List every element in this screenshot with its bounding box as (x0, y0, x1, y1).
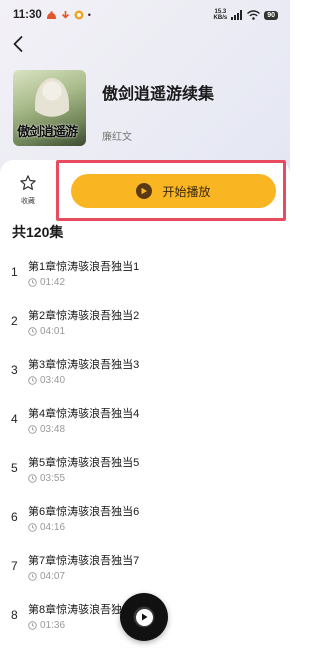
book-cover: 傲剑逍遥游 (13, 70, 86, 146)
clock-icon (28, 425, 37, 434)
episode-item[interactable]: 4 第4章惊涛骇浪吾独当4 03:48 (0, 397, 290, 446)
episode-number: 5 (11, 461, 18, 475)
episode-item[interactable]: 2 第2章惊涛骇浪吾独当2 04:01 (0, 299, 290, 348)
clock-icon (28, 621, 37, 630)
chevron-left-icon (13, 36, 23, 52)
episode-duration: 03:48 (28, 424, 65, 435)
episode-duration: 03:40 (28, 375, 65, 386)
episode-item[interactable]: 3 第3章惊涛骇浪吾独当3 03:40 (0, 348, 290, 397)
episode-number: 1 (11, 265, 18, 279)
episode-number: 4 (11, 412, 18, 426)
episode-duration: 01:36 (28, 620, 65, 631)
cover-title-text: 傲剑逍遥游 (17, 125, 78, 140)
episode-title: 第6章惊涛骇浪吾独当6 (28, 506, 140, 518)
episode-number: 3 (11, 363, 18, 377)
back-button[interactable] (9, 34, 29, 54)
clock-icon (28, 474, 37, 483)
wifi-icon (247, 10, 261, 20)
episode-number: 2 (11, 314, 18, 328)
clock-icon (28, 572, 37, 581)
clock-icon (28, 278, 37, 287)
app-notification-icon-2 (74, 10, 84, 20)
clock-icon (28, 327, 37, 336)
episode-number: 8 (11, 608, 18, 622)
episode-duration: 04:01 (28, 326, 65, 337)
signal-icon (231, 10, 243, 20)
episode-title: 第7章惊涛骇浪吾独当7 (28, 555, 140, 567)
episode-item[interactable]: 1 第1章惊涛骇浪吾独当1 01:42 (0, 250, 290, 299)
favorite-button[interactable]: 收藏 (13, 174, 43, 214)
clock-icon (28, 523, 37, 532)
favorite-label: 收藏 (21, 198, 35, 205)
episode-duration: 04:07 (28, 571, 65, 582)
status-bar: 11:30 • 15.3 KB/s 90 (0, 0, 290, 30)
more-notifications-dot: • (87, 10, 91, 20)
app-notification-icon (46, 10, 56, 19)
episode-number: 6 (11, 510, 18, 524)
mini-player-button[interactable] (120, 593, 168, 641)
episode-item[interactable]: 6 第6章惊涛骇浪吾独当6 04:16 (0, 495, 290, 544)
episode-number: 7 (11, 559, 18, 573)
episode-title: 第3章惊涛骇浪吾独当3 (28, 359, 140, 371)
episode-title: 第4章惊涛骇浪吾独当4 (28, 408, 140, 420)
episode-duration: 01:42 (28, 277, 65, 288)
download-icon (61, 10, 69, 19)
episode-title: 第5章惊涛骇浪吾独当5 (28, 457, 140, 469)
episode-duration: 04:16 (28, 522, 65, 533)
episode-item[interactable]: 5 第5章惊涛骇浪吾独当5 03:55 (0, 446, 290, 495)
book-title: 傲剑逍遥游续集 (102, 86, 215, 103)
clock-icon (28, 376, 37, 385)
battery-indicator: 90 (264, 10, 278, 20)
network-speed: 15.3 KB/s (213, 9, 228, 21)
play-icon (135, 608, 153, 626)
episode-title: 第2章惊涛骇浪吾独当2 (28, 310, 140, 322)
episode-title: 第8章惊涛骇浪吾独 (28, 604, 123, 616)
episode-count: 共120集 (12, 224, 64, 240)
star-icon (20, 175, 36, 190)
episode-list: 1 第1章惊涛骇浪吾独当1 01:42 2 第2章惊涛骇浪吾独当2 04:01 … (0, 250, 290, 642)
episode-item[interactable]: 7 第7章惊涛骇浪吾独当7 04:07 (0, 544, 290, 593)
status-time: 11:30 (13, 9, 42, 21)
episode-duration: 03:55 (28, 473, 65, 484)
book-author: 廉红文 (102, 132, 132, 143)
highlight-box (56, 160, 286, 221)
episode-title: 第1章惊涛骇浪吾独当1 (28, 261, 140, 273)
